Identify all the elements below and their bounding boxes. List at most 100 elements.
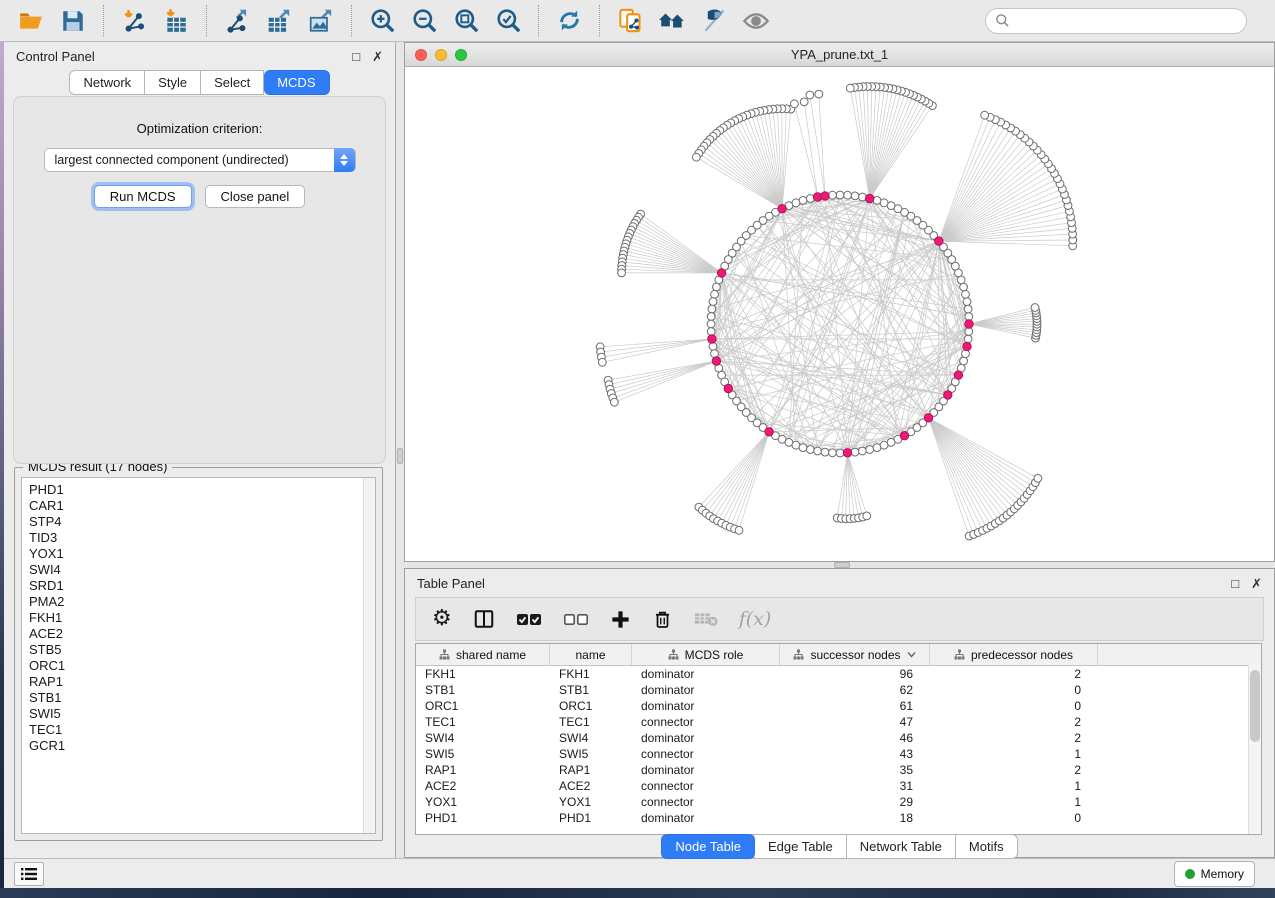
graph-node[interactable] [1031, 304, 1039, 312]
graph-node[interactable] [960, 357, 968, 365]
graph-node-dominator[interactable] [765, 428, 773, 436]
graph-node-dominator[interactable] [724, 384, 732, 392]
graph-node[interactable] [962, 290, 970, 298]
graph-node-dominator[interactable] [712, 357, 720, 365]
graph-node[interactable] [1034, 475, 1042, 483]
graph-node[interactable] [791, 100, 799, 108]
graph-node-dominator[interactable] [935, 237, 943, 245]
tab-network[interactable]: Network [69, 70, 145, 95]
table-row[interactable]: PHD1PHD1dominator180 [416, 810, 1261, 826]
column-header-name[interactable]: name [550, 644, 632, 665]
graph-node-dominator[interactable] [900, 432, 908, 440]
close-panel-icon[interactable]: ✗ [1251, 577, 1262, 590]
graph-node[interactable] [814, 447, 822, 455]
tab-node-table[interactable]: Node Table [661, 834, 755, 859]
table-row[interactable]: RAP1RAP1dominator352 [416, 762, 1261, 778]
mcds-result-item[interactable]: STB1 [29, 690, 375, 706]
graph-node[interactable] [964, 335, 972, 343]
tab-select[interactable]: Select [201, 70, 264, 95]
float-panel-icon[interactable]: □ [352, 50, 360, 63]
table-row[interactable]: STB1STB1dominator620 [416, 682, 1261, 698]
graph-node[interactable] [707, 313, 715, 321]
graph-node[interactable] [846, 84, 854, 92]
home-button[interactable] [654, 3, 690, 39]
graph-node-dominator[interactable] [866, 194, 874, 202]
add-icon[interactable] [610, 609, 631, 630]
graph-node-dominator[interactable] [778, 205, 786, 213]
mcds-result-item[interactable]: GCR1 [29, 738, 375, 754]
column-header-successor-nodes[interactable]: successor nodes [780, 644, 930, 665]
column-header-shared-name[interactable]: shared name [416, 644, 550, 665]
mcds-list-scrollbar[interactable] [363, 478, 375, 833]
table-row[interactable]: ORC1ORC1dominator610 [416, 698, 1261, 714]
deselect-all-icon[interactable] [563, 610, 589, 628]
graph-node[interactable] [800, 98, 808, 106]
graph-node[interactable] [799, 444, 807, 452]
close-panel-button[interactable]: Close panel [205, 185, 306, 208]
mcds-result-item[interactable]: TEC1 [29, 722, 375, 738]
graph-node[interactable] [815, 90, 823, 98]
export-table-button[interactable] [261, 3, 297, 39]
graph-node-dominator[interactable] [965, 320, 973, 328]
mcds-result-item[interactable]: ACE2 [29, 626, 375, 642]
run-mcds-button[interactable]: Run MCDS [94, 185, 192, 208]
style-brush-button[interactable] [696, 3, 732, 39]
graph-node-dominator[interactable] [924, 414, 932, 422]
graph-node[interactable] [963, 298, 971, 306]
graph-node[interactable] [618, 269, 626, 277]
vertical-splitter[interactable] [396, 42, 404, 858]
table-scrollbar[interactable] [1248, 665, 1261, 834]
graph-node[interactable] [965, 328, 973, 336]
save-session-button[interactable] [55, 3, 91, 39]
graph-node-dominator[interactable] [944, 391, 952, 399]
graph-node[interactable] [598, 358, 606, 366]
graph-node[interactable] [707, 320, 715, 328]
table-row[interactable]: YOX1YOX1connector291 [416, 794, 1261, 810]
graph-node[interactable] [693, 153, 701, 161]
close-panel-icon[interactable]: ✗ [372, 50, 383, 63]
graph-node[interactable] [806, 446, 814, 454]
graph-node[interactable] [707, 328, 715, 336]
graph-node[interactable] [806, 195, 814, 203]
search-input[interactable] [1016, 12, 1237, 29]
mcds-result-item[interactable]: YOX1 [29, 546, 375, 562]
graph-node[interactable] [709, 343, 717, 351]
tab-mcds[interactable]: MCDS [264, 70, 329, 95]
graph-node[interactable] [965, 313, 973, 321]
graph-node[interactable] [866, 446, 874, 454]
memory-button[interactable]: Memory [1174, 861, 1255, 887]
graph-node[interactable] [851, 448, 859, 456]
graph-node[interactable] [859, 193, 867, 201]
mcds-result-list[interactable]: PHD1CAR1STP4TID3YOX1SWI4SRD1PMA2FKH1ACE2… [21, 477, 376, 834]
scrollbar-thumb[interactable] [1250, 670, 1260, 742]
select-all-icon[interactable] [516, 610, 542, 628]
graph-node-dominator[interactable] [821, 192, 829, 200]
trash-icon[interactable] [652, 609, 673, 630]
export-network-button[interactable] [219, 3, 255, 39]
eye-button[interactable] [738, 3, 774, 39]
clone-network-button[interactable] [612, 3, 648, 39]
graph-node[interactable] [844, 191, 852, 199]
graph-node[interactable] [709, 298, 717, 306]
zoom-in-button[interactable] [364, 3, 400, 39]
graph-node-dominator[interactable] [717, 269, 725, 277]
tab-edge-table[interactable]: Edge Table [755, 834, 847, 859]
graph-node[interactable] [981, 111, 989, 119]
graph-node[interactable] [711, 290, 719, 298]
zoom-selected-button[interactable] [490, 3, 526, 39]
graph-node[interactable] [859, 447, 867, 455]
graph-node[interactable] [708, 305, 716, 313]
refresh-layout-button[interactable] [551, 3, 587, 39]
graph-node[interactable] [806, 91, 814, 99]
network-canvas[interactable] [405, 66, 1274, 561]
graph-node[interactable] [836, 449, 844, 457]
mcds-result-item[interactable]: PMA2 [29, 594, 375, 610]
mcds-result-item[interactable]: RAP1 [29, 674, 375, 690]
graph-node[interactable] [964, 305, 972, 313]
gear-icon[interactable]: ⚙ [432, 608, 452, 630]
mcds-result-item[interactable]: SWI4 [29, 562, 375, 578]
float-panel-icon[interactable]: □ [1231, 577, 1239, 590]
table-row[interactable]: ACE2ACE2connector311 [416, 778, 1261, 794]
network-window-titlebar[interactable]: YPA_prune.txt_1 [405, 43, 1274, 67]
mcds-result-item[interactable]: STB5 [29, 642, 375, 658]
